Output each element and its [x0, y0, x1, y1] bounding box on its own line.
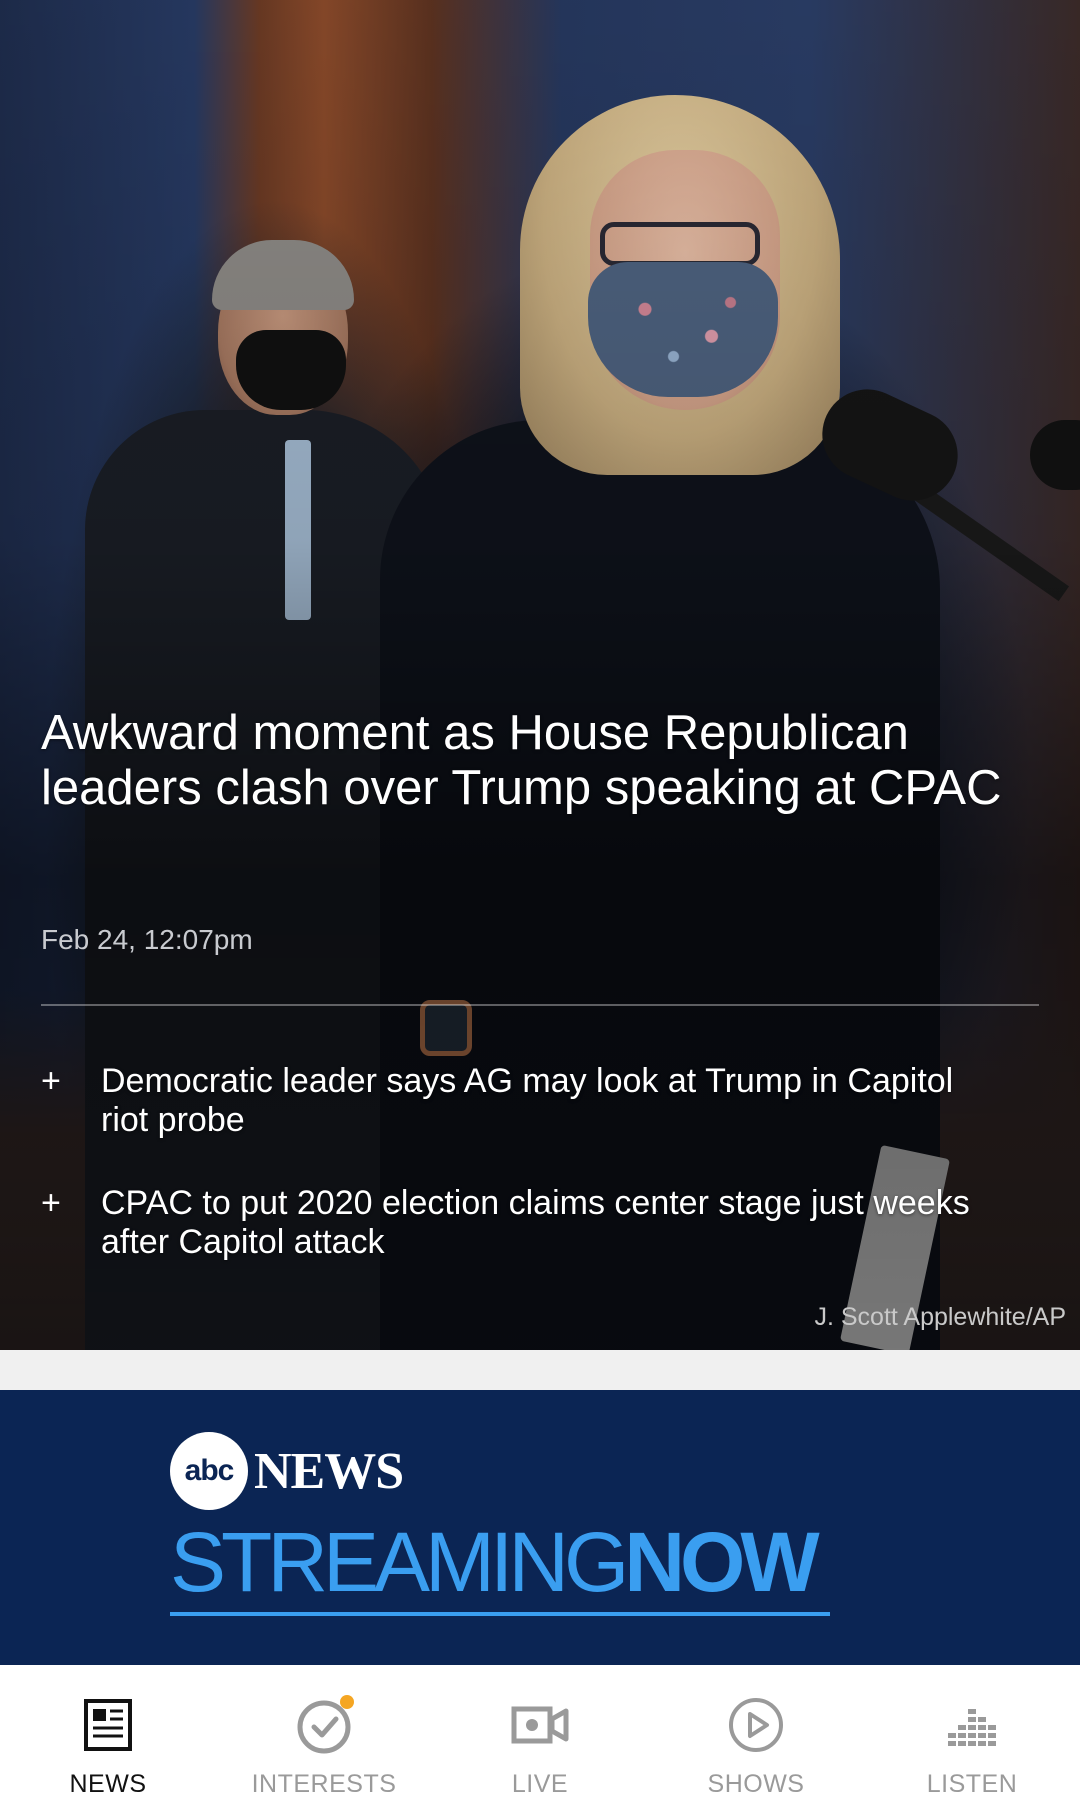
nav-tab-listen[interactable]: LISTEN: [864, 1665, 1080, 1798]
streaming-word: STREAMING: [170, 1515, 629, 1609]
related-story-item[interactable]: + CPAC to put 2020 election claims cente…: [0, 1184, 1080, 1262]
nav-label-news: NEWS: [69, 1770, 147, 1798]
video-camera-icon: [510, 1695, 570, 1755]
abc-logo-circle: abc: [170, 1432, 248, 1510]
related-story-title[interactable]: CPAC to put 2020 election claims center …: [101, 1184, 1001, 1262]
hero-divider: [41, 1004, 1039, 1006]
abc-news-logo: abc NEWS: [170, 1432, 404, 1510]
notification-dot: [340, 1695, 354, 1709]
nav-tab-live[interactable]: LIVE: [432, 1665, 648, 1798]
now-word: NOW: [624, 1515, 819, 1609]
newspaper-icon: [78, 1695, 138, 1755]
nav-label-shows: SHOWS: [707, 1770, 805, 1798]
nav-label-listen: LISTEN: [926, 1770, 1018, 1798]
section-separator: [0, 1350, 1080, 1390]
nav-label-interests: INTERESTS: [251, 1770, 397, 1798]
audio-bars-icon: [942, 1695, 1002, 1755]
streaming-now-wordmark: STREAMING NOW: [170, 1515, 820, 1609]
related-story-item[interactable]: + Democratic leader says AG may look at …: [0, 1062, 1080, 1140]
hero-story[interactable]: Awkward moment as House Republican leade…: [0, 0, 1080, 1350]
nav-tab-shows[interactable]: SHOWS: [648, 1665, 864, 1798]
check-circle-icon: [294, 1695, 354, 1755]
plus-icon: +: [41, 1184, 61, 1222]
plus-icon: +: [41, 1062, 61, 1100]
play-circle-icon: [726, 1695, 786, 1755]
related-stories-list: + Democratic leader says AG may look at …: [0, 1062, 1080, 1306]
bottom-navigation: NEWS INTERESTS LIVE SHOWS LISTEN: [0, 1665, 1080, 1798]
related-story-title[interactable]: Democratic leader says AG may look at Tr…: [101, 1062, 1001, 1140]
nav-tab-interests[interactable]: INTERESTS: [216, 1665, 432, 1798]
streaming-now-banner[interactable]: abc NEWS STREAMING NOW: [0, 1390, 1080, 1665]
nav-tab-news[interactable]: NEWS: [0, 1665, 216, 1798]
hero-timestamp: Feb 24, 12:07pm: [41, 924, 253, 955]
news-wordmark: NEWS: [254, 1442, 404, 1500]
nav-label-live: LIVE: [511, 1770, 569, 1798]
hero-headline[interactable]: Awkward moment as House Republican leade…: [41, 706, 1031, 816]
hero-content: Awkward moment as House Republican leade…: [0, 0, 1080, 1350]
photo-credit: J. Scott Applewhite/AP: [814, 1303, 1066, 1331]
streaming-underline: [170, 1612, 830, 1616]
